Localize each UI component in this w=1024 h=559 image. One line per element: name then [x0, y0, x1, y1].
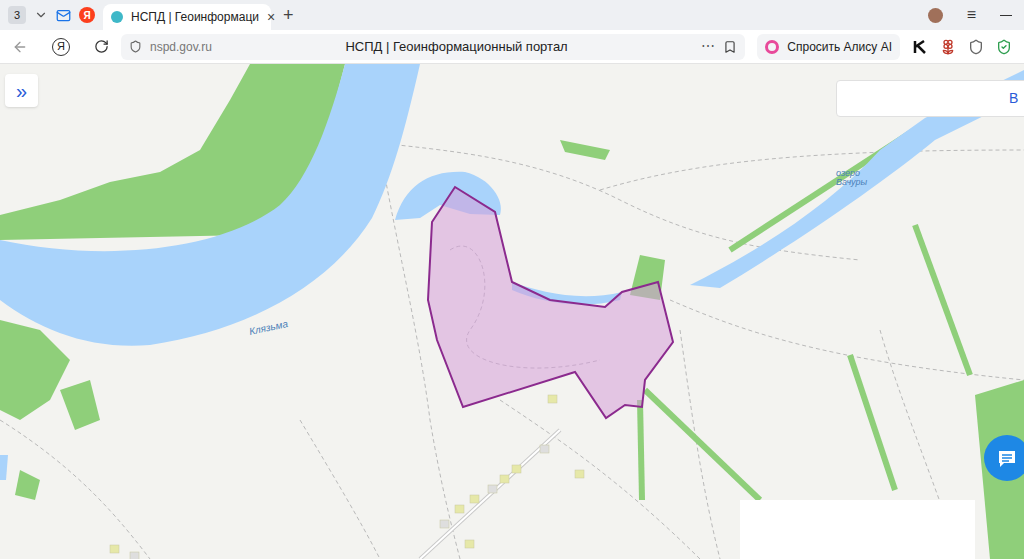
tabs-dropdown-icon[interactable]: [34, 8, 48, 22]
search-box[interactable]: В: [836, 80, 1024, 117]
chat-icon: [995, 446, 1019, 470]
flower-extension-icon[interactable]: [940, 39, 956, 55]
site-favicon-icon: [111, 11, 123, 23]
tab-title: НСПД | Геоинформаци: [131, 8, 259, 26]
bookmark-icon[interactable]: [723, 40, 737, 54]
address-row: Яnspd.gov.ru НСПД | Геоинформационный пор…: [0, 30, 1024, 64]
tab-strip: 3ЯНСПД | Геоинформаци×+≡: [0, 0, 1024, 30]
reload-icon[interactable]: [94, 39, 109, 54]
forest-strips: [640, 120, 970, 500]
profile-avatar-icon[interactable]: [928, 8, 943, 23]
grey-shield-icon[interactable]: [968, 39, 984, 55]
forest: [0, 64, 1024, 559]
river-label: Клязьма: [248, 318, 289, 337]
lake-label: озероВачуры: [836, 168, 868, 187]
url-text: nspd.gov.ru: [150, 38, 212, 56]
map-area: Клязьма озероВачуры » В: [0, 64, 1024, 559]
extension-icon[interactable]: [912, 39, 928, 55]
security-icon: [129, 40, 142, 53]
expand-panel-button[interactable]: »: [5, 74, 38, 107]
tab-count-badge[interactable]: 3: [8, 6, 26, 24]
browser-window: 3ЯНСПД | Геоинформаци×+≡Яnspd.gov.ruНСПД…: [0, 0, 1024, 559]
yandex-tab[interactable]: Я: [79, 7, 95, 23]
settlement: [110, 395, 584, 559]
info-panel: [740, 500, 975, 559]
minimize-icon[interactable]: [1000, 15, 1012, 16]
tab-close-button[interactable]: ×: [267, 7, 275, 28]
new-tab-button[interactable]: +: [279, 2, 298, 29]
alice-button[interactable]: Спросить Алису AI: [757, 34, 900, 60]
more-button[interactable]: ⋯: [701, 36, 715, 57]
address-field[interactable]: nspd.gov.ru НСПД | Геоинформационный порт…: [121, 34, 745, 60]
browser-menu-button[interactable]: ≡: [967, 3, 976, 27]
browser-tab[interactable]: НСПД | Геоинформаци×: [103, 4, 271, 30]
chat-button[interactable]: [984, 435, 1024, 481]
back-icon[interactable]: [12, 39, 28, 55]
page-title: НСПД | Геоинформационный портал: [220, 37, 693, 57]
map-canvas[interactable]: Клязьма озероВачуры: [0, 64, 1024, 559]
mail-icon[interactable]: [56, 8, 71, 23]
alice-icon: [765, 40, 779, 54]
extension-k-icon: [912, 39, 928, 55]
green-shield-icon[interactable]: [996, 39, 1012, 55]
land-parcel[interactable]: [428, 187, 673, 418]
water: [0, 64, 1024, 480]
yandex-button[interactable]: Я: [52, 38, 70, 56]
